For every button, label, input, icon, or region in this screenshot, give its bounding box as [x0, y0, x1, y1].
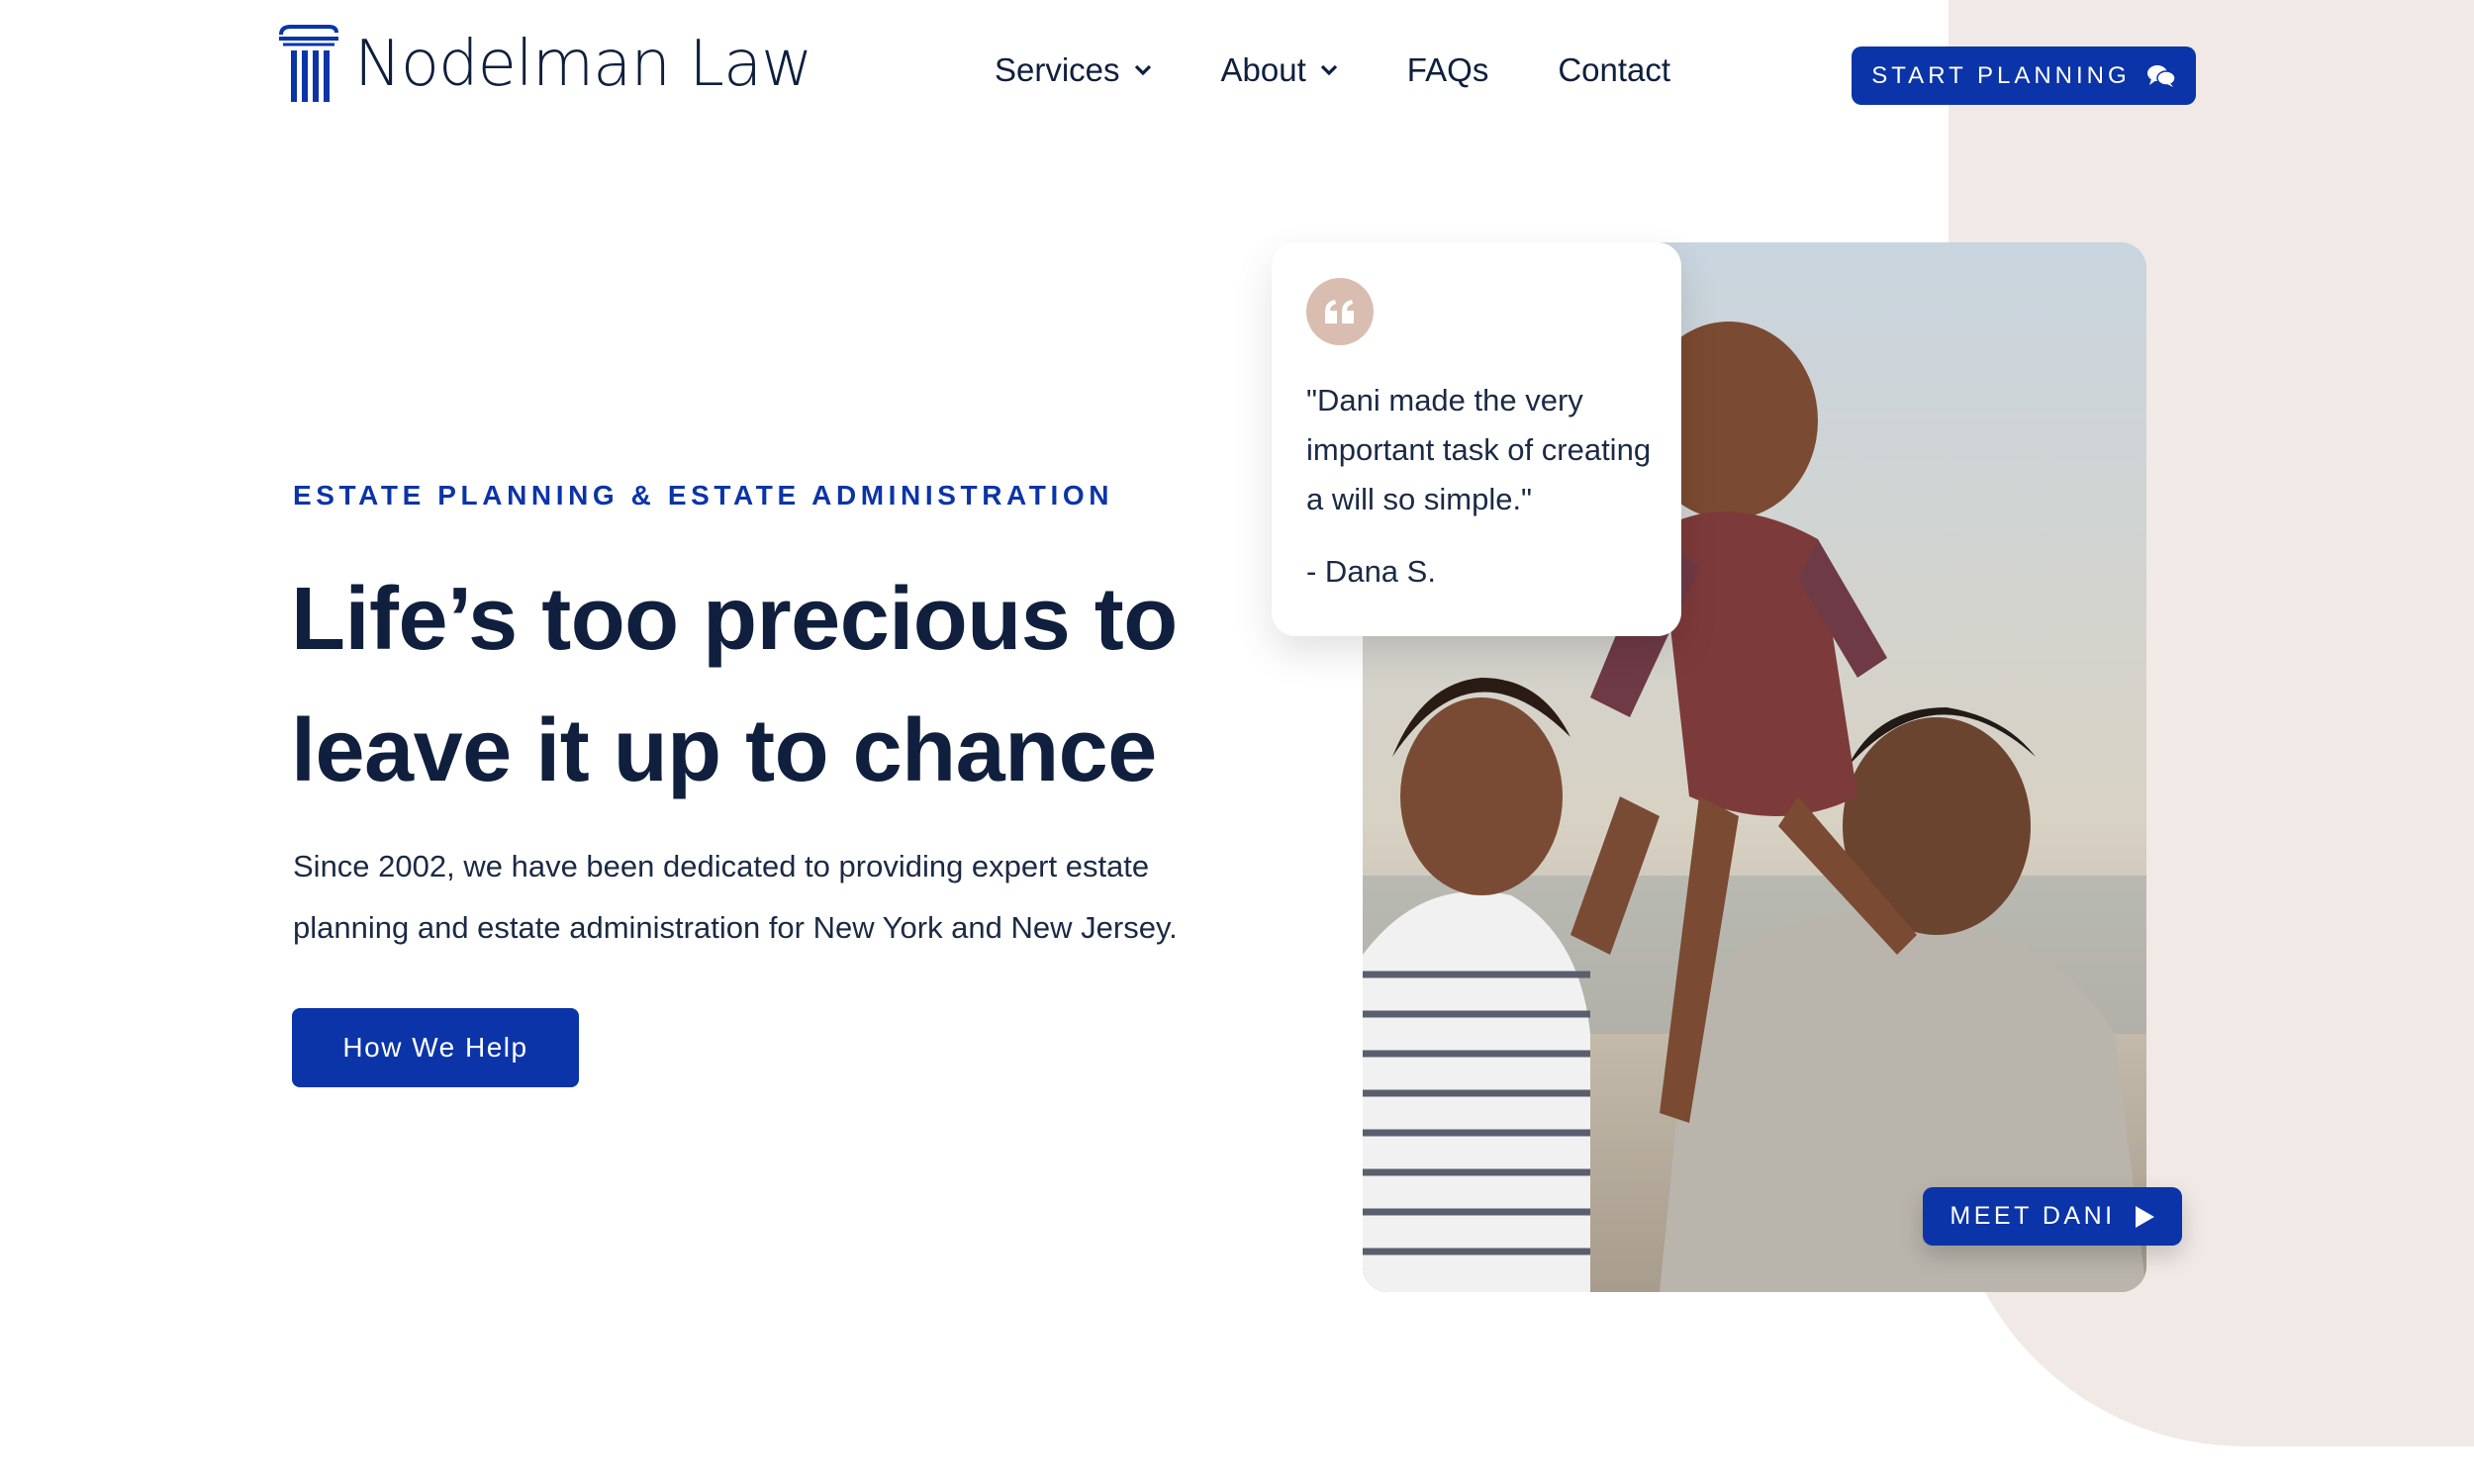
hero-subtext: Since 2002, we have been dedicated to pr… [293, 836, 1184, 959]
hero-eyebrow: ESTATE PLANNING & ESTATE ADMINISTRATION [293, 480, 1114, 510]
quote-marks-icon [1325, 300, 1354, 324]
chat-bubbles-icon [2146, 64, 2176, 87]
nav-item-services[interactable]: Services [995, 51, 1152, 89]
nav-item-label: Services [995, 51, 1120, 88]
headline-line-2: leave it up to chance [291, 701, 1157, 800]
chevron-down-icon [1320, 64, 1337, 76]
subtext-line-1: Since 2002, we have been dedicated to pr… [293, 849, 1150, 883]
start-planning-label: START PLANNING [1871, 61, 2131, 89]
nav-item-about[interactable]: About [1221, 51, 1338, 89]
subtext-line-2: planning and estate administration for N… [293, 910, 1178, 945]
testimonial-quote: "Dani made the very important task of cr… [1306, 376, 1653, 524]
quote-line-2: important task of creating [1306, 432, 1652, 467]
how-we-help-button[interactable]: How We Help [292, 1008, 579, 1087]
hero-headline: Life’s too precious to leave it up to ch… [291, 554, 1261, 817]
testimonial-author: - Dana S. [1306, 554, 1436, 589]
nav-item-label: About [1220, 51, 1306, 88]
testimonial-card: "Dani made the very important task of cr… [1272, 242, 1681, 636]
main-nav: Services About FAQs Contact [995, 51, 1670, 89]
nav-item-label: FAQs [1406, 51, 1489, 88]
headline-line-1: Life’s too precious to [291, 570, 1178, 669]
start-planning-button[interactable]: START PLANNING [1852, 46, 2196, 105]
quote-line-3: a will so simple." [1306, 482, 1533, 516]
brand-name: Nodelman Law [354, 28, 812, 101]
meet-dani-button[interactable]: MEET DANI [1923, 1187, 2182, 1246]
quote-icon [1306, 278, 1374, 345]
play-icon [2135, 1205, 2154, 1228]
meet-dani-label: MEET DANI [1950, 1202, 2116, 1230]
nav-item-label: Contact [1558, 51, 1671, 88]
quote-line-1: "Dani made the very [1306, 383, 1583, 417]
nav-item-faqs[interactable]: FAQs [1407, 51, 1489, 89]
chevron-down-icon [1134, 64, 1151, 76]
nav-item-contact[interactable]: Contact [1558, 51, 1670, 89]
brand-logo[interactable]: Nodelman Law [277, 25, 812, 104]
column-icon [279, 25, 338, 102]
